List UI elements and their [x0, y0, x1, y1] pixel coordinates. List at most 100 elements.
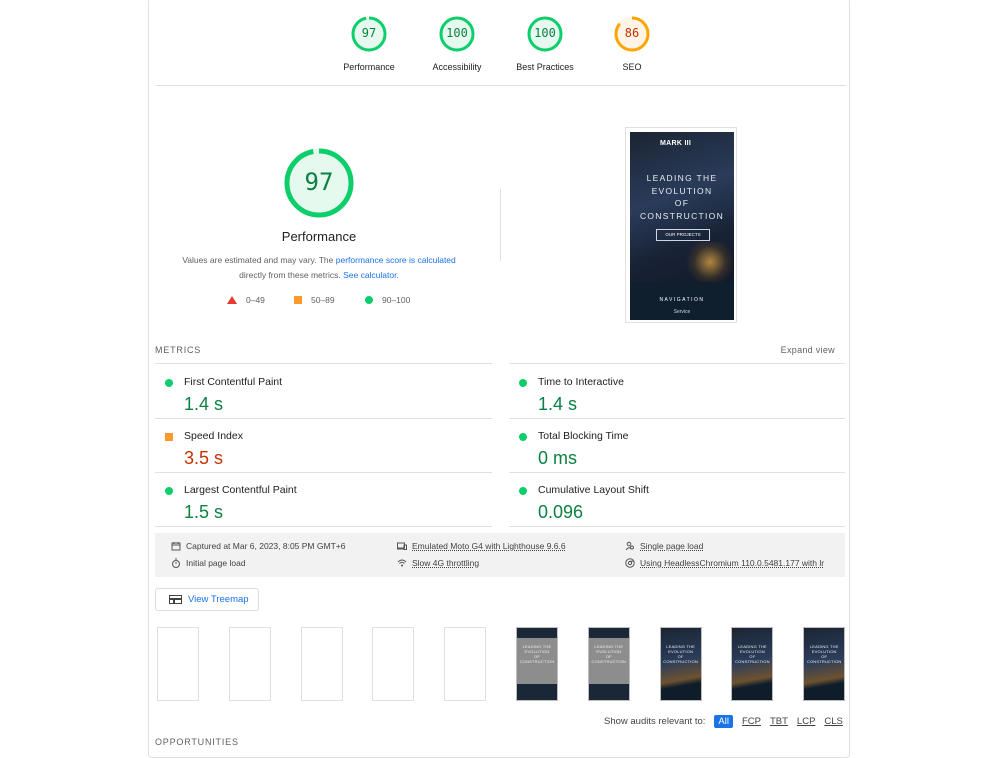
metric-name: Time to Interactive — [538, 376, 624, 388]
view-treemap-button[interactable]: View Treemap — [155, 588, 259, 611]
metric-lcp: Largest Contentful Paint 1.5 s — [155, 477, 485, 531]
status-good-icon — [519, 433, 527, 441]
wifi-icon — [397, 558, 407, 568]
legend-average: 50–89 — [294, 295, 335, 305]
status-good-icon — [165, 379, 173, 387]
metrics-header: METRICS Expand view — [155, 345, 845, 355]
throttling-info[interactable]: Slow 4G throttling — [397, 558, 479, 568]
see-calculator-link[interactable]: See calculator. — [343, 270, 399, 280]
legend-good-label: 90–100 — [382, 295, 410, 305]
gauge-score: 97 — [329, 25, 409, 41]
filmstrip-frame: LEADING THEEVOLUTIONOFCONSTRUCTION — [803, 627, 845, 701]
audit-filter: Show audits relevant to: All FCP TBT LCP… — [604, 714, 843, 728]
score-calculated-link[interactable]: performance score is calculated — [336, 255, 456, 265]
treemap-label: View Treemap — [188, 594, 249, 605]
nav-item: Service — [630, 309, 734, 315]
metric-divider — [509, 526, 845, 527]
section-divider — [500, 189, 501, 261]
device-text: Emulated Moto G4 with Lighthouse 9.6.6 — [412, 541, 566, 551]
gauge-seo[interactable]: 86 SEO — [592, 15, 672, 72]
desc-text: directly from these metrics. — [239, 270, 343, 280]
gauge-label: SEO — [592, 62, 672, 72]
status-good-icon — [519, 487, 527, 495]
filter-all[interactable]: All — [714, 715, 733, 728]
metric-value: 0.096 — [538, 502, 583, 523]
triangle-icon — [227, 296, 237, 304]
gauge-score: 100 — [417, 25, 497, 41]
hero-text: LEADING THE EVOLUTION OF CONSTRUCTION — [630, 172, 734, 222]
legend-good: 90–100 — [365, 295, 410, 305]
filmstrip-frame — [157, 627, 199, 701]
gauge-label: Performance — [329, 62, 409, 72]
devices-icon — [397, 541, 407, 551]
browser-info[interactable]: Using HeadlessChromium 110.0.5481.177 wi… — [625, 558, 824, 568]
single-load-info[interactable]: Single page load — [625, 541, 703, 551]
filter-fcp[interactable]: FCP — [742, 716, 761, 727]
metric-value: 3.5 s — [184, 448, 223, 469]
filter-tbt[interactable]: TBT — [770, 716, 788, 727]
frame-text: LEADING THEEVOLUTIONOF CONSTRUCTION — [517, 644, 557, 664]
screenshot-glow — [685, 242, 734, 282]
metric-value: 1.4 s — [538, 394, 577, 415]
metric-fcp: First Contentful Paint 1.4 s — [155, 369, 485, 423]
chrome-icon — [625, 558, 635, 568]
legend-bad-label: 0–49 — [246, 295, 265, 305]
square-icon — [294, 296, 302, 304]
gauge-score: 100 — [505, 25, 585, 41]
filmstrip-frame — [444, 627, 486, 701]
performance-gauge: 97 — [283, 147, 355, 219]
timer-icon — [171, 558, 181, 568]
desc-text: Values are estimated and may vary. The — [182, 255, 336, 265]
opportunities-heading: OPPORTUNITIES — [155, 737, 239, 747]
screenshot-nav: NAVIGATION Service — [630, 282, 734, 320]
frame-text: LEADING THEEVOLUTIONOF CONSTRUCTION — [589, 644, 629, 664]
filmstrip-frame — [301, 627, 343, 701]
metric-divider — [155, 526, 492, 527]
legend-bad: 0–49 — [227, 295, 265, 305]
metric-speed-index: Speed Index 3.5 s — [155, 423, 485, 477]
filter-lcp[interactable]: LCP — [797, 716, 815, 727]
captured-info: Captured at Mar 6, 2023, 8:05 PM GMT+6 — [171, 541, 345, 551]
metric-divider — [509, 363, 845, 364]
throttling-text: Slow 4G throttling — [412, 558, 479, 568]
circle-icon — [365, 296, 373, 304]
filmstrip-frame: LEADING THEEVOLUTIONOFCONSTRUCTION — [660, 627, 702, 701]
report-container: 97 Performance 100 Accessibility 100 Bes… — [148, 0, 850, 758]
gauge-performance[interactable]: 97 Performance — [329, 15, 409, 72]
filter-cls[interactable]: CLS — [824, 716, 842, 727]
expand-view-toggle[interactable]: Expand view — [781, 345, 835, 355]
screenshot-preview: MARK III LEADING THE EVOLUTION OF CONSTR… — [630, 132, 734, 320]
nav-title: NAVIGATION — [630, 297, 734, 303]
metric-divider — [155, 472, 492, 473]
metric-cls: Cumulative Layout Shift 0.096 — [509, 477, 839, 531]
metric-value: 1.5 s — [184, 502, 223, 523]
frame-text: LEADING THEEVOLUTIONOFCONSTRUCTION — [732, 644, 772, 664]
metric-divider — [509, 418, 845, 419]
captured-text: Captured at Mar 6, 2023, 8:05 PM GMT+6 — [186, 541, 345, 551]
hero-line: CONSTRUCTION — [630, 210, 734, 223]
status-good-icon — [165, 487, 173, 495]
gauge-accessibility[interactable]: 100 Accessibility — [417, 15, 497, 72]
filmstrip-frame: LEADING THEEVOLUTIONOF CONSTRUCTION — [516, 627, 558, 701]
gauge-score: 86 — [592, 25, 672, 41]
metric-name: Cumulative Layout Shift — [538, 484, 649, 496]
treemap-icon — [169, 595, 182, 604]
filmstrip-frame: LEADING THEEVOLUTIONOF CONSTRUCTION — [588, 627, 630, 701]
performance-score: 97 — [283, 168, 355, 196]
gauge-best-practices[interactable]: 100 Best Practices — [505, 15, 585, 72]
run-info: Captured at Mar 6, 2023, 8:05 PM GMT+6 I… — [155, 533, 845, 577]
metrics-title: METRICS — [155, 345, 201, 355]
frame-text: LEADING THEEVOLUTIONOFCONSTRUCTION — [661, 644, 701, 664]
projects-button: OUR PROJECTS — [656, 229, 710, 241]
filmstrip-frame — [229, 627, 271, 701]
metric-value: 0 ms — [538, 448, 577, 469]
browser-text: Using HeadlessChromium 110.0.5481.177 wi… — [640, 558, 824, 568]
initial-load-info: Initial page load — [171, 558, 246, 568]
header-divider — [156, 85, 846, 86]
device-info[interactable]: Emulated Moto G4 with Lighthouse 9.6.6 — [397, 541, 566, 551]
hero-line: LEADING THE — [630, 172, 734, 185]
metric-name: Largest Contentful Paint — [184, 484, 297, 496]
metric-name: Total Blocking Time — [538, 430, 628, 442]
score-gauges: 97 Performance 100 Accessibility 100 Bes… — [149, 0, 849, 87]
filmstrip-frame — [372, 627, 414, 701]
